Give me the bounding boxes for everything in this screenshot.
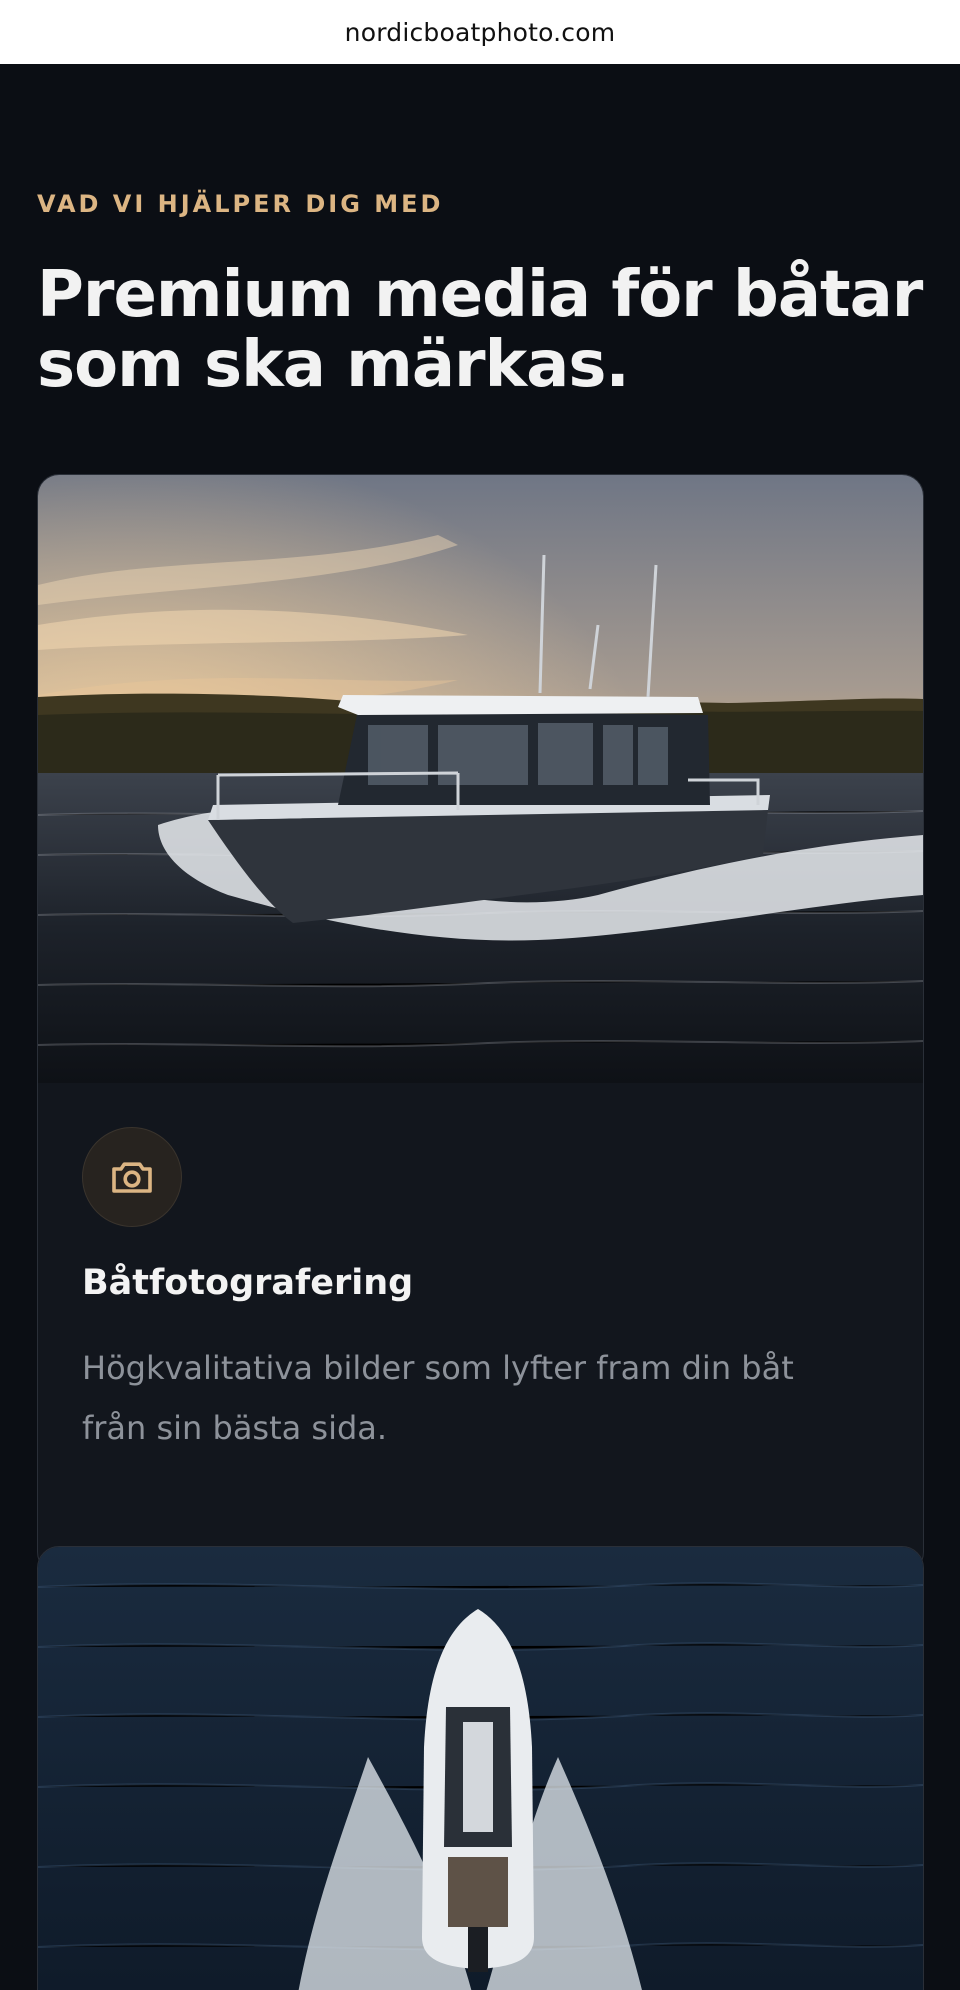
section-headline: Premium media för båtar som ska märkas.: [37, 260, 927, 400]
headline-line-1: Premium media för båtar: [37, 258, 923, 332]
card-title: Båtfotografering: [82, 1263, 414, 1303]
boat-aerial-image: [38, 1547, 923, 1990]
icon-badge: [82, 1127, 182, 1227]
card-description: Högkvalitativa bilder som lyfter fram di…: [82, 1349, 794, 1447]
section-eyebrow: VAD VI HJÄLPER DIG MED: [37, 190, 444, 218]
browser-url-bar[interactable]: nordicboatphoto.com: [0, 0, 960, 64]
boat-sunset-image: [38, 475, 923, 1083]
services-section: VAD VI HJÄLPER DIG MED Premium media för…: [0, 64, 960, 1990]
service-card-photography[interactable]: Båtfotografering Högkvalitativa bilder s…: [37, 474, 924, 1574]
headline-line-2: som ska märkas.: [37, 328, 630, 402]
url-text: nordicboatphoto.com: [344, 17, 616, 47]
card-content: Båtfotografering Högkvalitativa bilder s…: [38, 1083, 923, 1508]
camera-icon: [112, 1162, 152, 1193]
service-card-aerial[interactable]: [37, 1546, 924, 1990]
